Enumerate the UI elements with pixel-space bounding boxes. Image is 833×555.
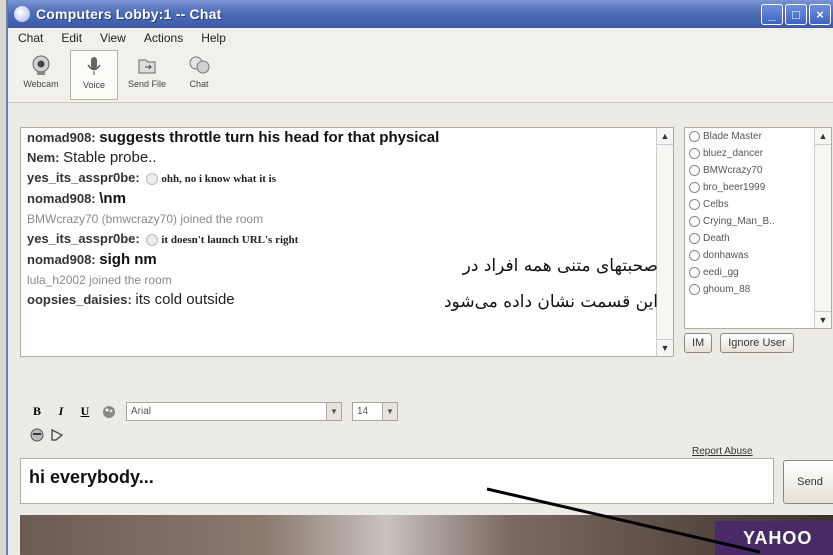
webcam-button[interactable]: Webcam: [18, 50, 64, 89]
title-bar[interactable]: Computers Lobby:1 -- Chat _ □ ×: [8, 0, 833, 28]
user-icon: [689, 284, 700, 295]
user-icon: [689, 233, 700, 244]
user-icon: [689, 216, 700, 227]
voice-button[interactable]: Voice: [70, 50, 118, 100]
menu-edit[interactable]: Edit: [61, 31, 82, 45]
format-toolbar: B I U Arial ▼ 14 ▼: [30, 402, 398, 421]
app-icon: [14, 6, 30, 22]
chat-icon: [189, 56, 210, 74]
user-icon: [689, 199, 700, 210]
menu-view[interactable]: View: [100, 31, 126, 45]
underline-button[interactable]: U: [78, 404, 92, 419]
emoticon-picker-icon[interactable]: [30, 428, 44, 442]
close-button[interactable]: ×: [809, 4, 831, 25]
menu-actions[interactable]: Actions: [144, 31, 183, 45]
annotation-line: صحبتهای متنی همه افراد در: [462, 256, 658, 276]
user-icon: [689, 131, 700, 142]
emoticon-icon: [146, 233, 159, 246]
user-list-scrollbar[interactable]: ▲ ▼: [814, 128, 831, 328]
user-icon: [689, 182, 700, 193]
user-list[interactable]: Blade Master bluez_dancer BMWcrazy70 bro…: [684, 127, 832, 329]
chat-message: yes_its_asspr0be: ohh, no i know what it…: [27, 170, 276, 185]
chat-window: Computers Lobby:1 -- Chat _ □ × Chat Edi…: [6, 0, 833, 555]
chat-message: nomad908: \nm: [27, 190, 126, 207]
toolbar: Webcam Voice Send File Chat: [8, 48, 833, 103]
chat-message: Nem: Stable probe..: [27, 149, 157, 166]
user-icon: [689, 165, 700, 176]
extra-toolbar: [30, 428, 64, 442]
user-icon: [689, 267, 700, 278]
system-message: BMWcrazy70 (bmwcrazy70) joined the room: [27, 212, 264, 226]
message-input[interactable]: hi everybody...: [20, 458, 774, 504]
chat-log[interactable]: nomad908: suggests throttle turn his hea…: [20, 127, 674, 357]
minimize-button[interactable]: _: [761, 4, 783, 25]
menu-bar: Chat Edit View Actions Help: [8, 28, 833, 48]
webcam-label: Webcam: [23, 79, 59, 89]
ignore-user-button[interactable]: Ignore User: [720, 333, 794, 353]
scroll-up-icon[interactable]: ▲: [657, 128, 673, 145]
annotation-line: این قسمت نشان داده می‌شود: [443, 292, 658, 312]
window-title: Computers Lobby:1 -- Chat: [36, 6, 222, 22]
bold-button[interactable]: B: [30, 404, 44, 419]
send-file-button[interactable]: Send File: [124, 50, 170, 89]
chevron-down-icon: ▼: [326, 403, 341, 420]
emoticon-icon: [146, 172, 159, 185]
font-select[interactable]: Arial ▼: [126, 402, 342, 421]
user-list-item[interactable]: Celbs: [685, 196, 831, 213]
microphone-icon: [87, 57, 101, 75]
ad-banner[interactable]: YAHOO: [20, 515, 833, 555]
yahoo-logo: YAHOO: [715, 521, 833, 555]
send-file-label: Send File: [127, 79, 167, 89]
webcam-icon: [32, 55, 50, 75]
user-icon: [689, 250, 700, 261]
user-list-item[interactable]: Blade Master: [685, 128, 831, 145]
chevron-down-icon: ▼: [382, 403, 397, 420]
user-list-item[interactable]: BMWcrazy70: [685, 162, 831, 179]
color-palette-icon[interactable]: [102, 405, 116, 419]
scroll-down-icon[interactable]: ▼: [815, 311, 831, 328]
menu-chat[interactable]: Chat: [18, 31, 43, 45]
font-size-select[interactable]: 14 ▼: [352, 402, 398, 421]
chat-button[interactable]: Chat: [176, 50, 222, 89]
report-abuse-link[interactable]: Report Abuse: [692, 446, 753, 457]
user-list-item[interactable]: ghoum_88: [685, 281, 831, 298]
send-file-icon: [138, 59, 156, 74]
scroll-down-icon[interactable]: ▼: [657, 339, 673, 356]
chat-message: yes_its_asspr0be: it doesn't launch URL'…: [27, 231, 299, 246]
chat-scrollbar[interactable]: ▲ ▼: [656, 128, 673, 356]
maximize-button[interactable]: □: [785, 4, 807, 25]
scroll-up-icon[interactable]: ▲: [815, 128, 831, 145]
annotation-text: صحبتهای متنی همه افراد در این قسمت نشان …: [388, 248, 658, 320]
chat-message: nomad908: suggests throttle turn his hea…: [27, 129, 440, 146]
user-list-item[interactable]: Death: [685, 230, 831, 247]
user-list-item[interactable]: Crying_Man_B..: [685, 213, 831, 230]
italic-button[interactable]: I: [54, 404, 68, 419]
user-icon: [689, 148, 700, 159]
user-list-item[interactable]: bluez_dancer: [685, 145, 831, 162]
menu-help[interactable]: Help: [201, 31, 226, 45]
user-list-item[interactable]: eedi_gg: [685, 264, 831, 281]
chat-label: Chat: [189, 79, 209, 89]
voice-label: Voice: [82, 80, 106, 90]
im-button[interactable]: IM: [684, 333, 713, 353]
audible-icon[interactable]: [50, 428, 64, 442]
user-list-item[interactable]: bro_beer1999: [685, 179, 831, 196]
send-button[interactable]: Send: [783, 460, 833, 504]
user-list-item[interactable]: donhawas: [685, 247, 831, 264]
